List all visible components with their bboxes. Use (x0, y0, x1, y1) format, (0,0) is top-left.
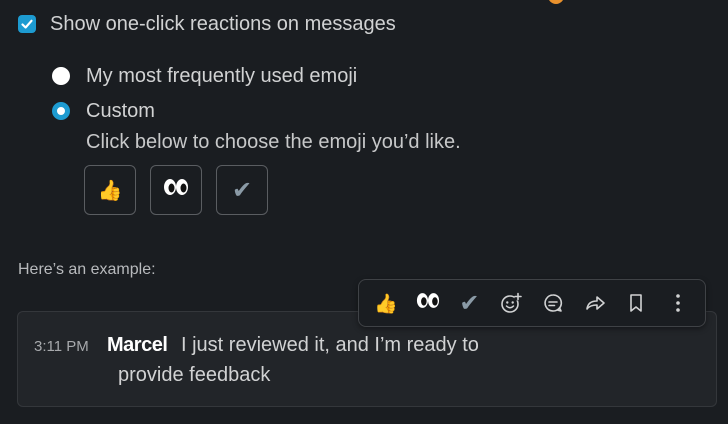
forward-message-button[interactable] (574, 283, 616, 323)
one-click-reactions-label: Show one-click reactions on messages (50, 12, 396, 35)
eyes-icon (163, 178, 189, 202)
message-timestamp[interactable]: 3:11 PM (34, 338, 89, 355)
custom-emoji-slot-3[interactable]: ✔ (216, 165, 268, 215)
checkmark-icon (21, 19, 33, 29)
eyes-icon (416, 292, 440, 315)
one-click-reactions-checkbox[interactable] (18, 15, 36, 33)
reply-in-thread-button[interactable] (532, 283, 574, 323)
react-thumbs-up-button[interactable]: 👍 (365, 283, 407, 323)
save-bookmark-icon (630, 294, 643, 312)
example-label: Here’s an example: (18, 261, 156, 278)
option-frequent-emoji-label: My most frequently used emoji (86, 64, 358, 87)
one-click-reactions-setting[interactable]: Show one-click reactions on messages (18, 12, 396, 36)
message-author[interactable]: Marcel (107, 334, 168, 357)
option-custom-emoji[interactable]: Custom (52, 98, 155, 124)
radio-frequent-emoji[interactable] (52, 67, 70, 85)
custom-emoji-picker: 👍 ✔ (84, 165, 268, 215)
option-custom-emoji-label: Custom (86, 99, 155, 122)
thumbs-up-icon: 👍 (374, 292, 398, 315)
add-reaction-button[interactable] (490, 283, 532, 323)
message-text-line-1: I just reviewed it, and I’m ready to (181, 334, 479, 356)
check-mark-icon: ✔ (459, 289, 480, 317)
custom-emoji-slot-2[interactable] (150, 165, 202, 215)
forward-icon (585, 296, 605, 310)
custom-emoji-helper-text: Click below to choose the emoji you’d li… (86, 131, 461, 153)
check-mark-icon: ✔ (231, 176, 253, 204)
more-actions-icon (676, 294, 680, 312)
notification-badge (548, 0, 564, 4)
react-eyes-button[interactable] (407, 283, 449, 323)
more-actions-button[interactable] (657, 283, 699, 323)
custom-emoji-slot-1[interactable]: 👍 (84, 165, 136, 215)
message-text-line-2: provide feedback (118, 364, 271, 386)
reply-in-thread-icon (544, 294, 563, 312)
option-frequent-emoji[interactable]: My most frequently used emoji (52, 63, 357, 89)
radio-custom-emoji[interactable] (52, 102, 70, 120)
thumbs-up-icon: 👍 (97, 178, 123, 202)
save-for-later-button[interactable] (616, 283, 658, 323)
add-reaction-icon (501, 292, 523, 313)
react-check-mark-button[interactable]: ✔ (449, 283, 491, 323)
message-hover-toolbar: 👍 ✔ (358, 279, 706, 327)
